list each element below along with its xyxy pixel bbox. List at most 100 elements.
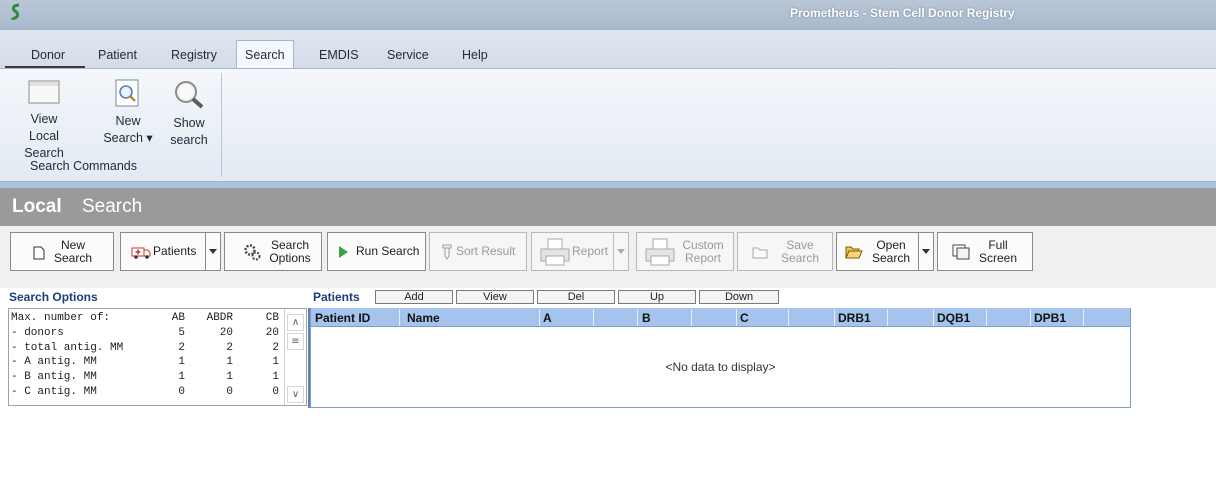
open-folder-icon	[845, 246, 863, 259]
view-patient-button[interactable]: View	[456, 290, 534, 304]
custom-report-button[interactable]: Custom Report	[636, 232, 734, 271]
custom-report-label-2: Report	[684, 251, 722, 265]
tab-donor[interactable]: Donor	[31, 48, 65, 68]
column-separator	[834, 309, 835, 326]
play-icon	[339, 246, 348, 258]
toolbar: New Search Patients Search Options Run S…	[0, 226, 1216, 288]
app-logo-icon	[10, 3, 20, 20]
options-row: - donors 5 20 20	[11, 326, 283, 341]
options-row-ab: 1	[178, 356, 185, 369]
add-patient-button[interactable]: Add	[375, 290, 453, 304]
printer-icon	[645, 238, 675, 266]
options-row-ab: 0	[178, 385, 185, 398]
tab-registry[interactable]: Registry	[171, 48, 217, 68]
new-search-button[interactable]: New Search	[10, 232, 114, 271]
column-a[interactable]: A	[543, 311, 552, 325]
column-separator	[736, 309, 737, 326]
search-options-panel[interactable]: Max. number of: AB ABDR CB - donors 5 20…	[8, 308, 307, 406]
scroll-thumb-icon[interactable]: ≡	[287, 333, 304, 350]
move-up-button[interactable]: Up	[618, 290, 696, 304]
options-row-ab: 5	[178, 326, 185, 339]
column-separator	[788, 309, 789, 326]
column-separator	[933, 309, 934, 326]
new-document-icon	[33, 246, 45, 260]
view-local-label-1: View Local	[29, 112, 59, 143]
sort-result-button[interactable]: Sort Result	[429, 232, 527, 271]
patients-button[interactable]: Patients	[120, 232, 221, 271]
options-row-cb: 1	[272, 356, 279, 369]
options-row-cb: 2	[272, 341, 279, 354]
options-row-label: - A antig. MM	[11, 356, 97, 369]
view-local-label-2: Search	[24, 146, 64, 160]
column-patient-id[interactable]: Patient ID	[315, 311, 370, 325]
column-separator	[637, 309, 638, 326]
column-drb1[interactable]: DRB1	[838, 311, 871, 325]
open-search-dropdown-arrow[interactable]	[918, 233, 933, 270]
scroll-up-icon[interactable]: ∧	[287, 314, 304, 331]
column-dpb1[interactable]: DPB1	[1034, 311, 1066, 325]
title-bar: Prometheus - Stem Cell Donor Registry	[0, 0, 1216, 30]
run-search-label: Run Search	[356, 244, 420, 258]
sort-icon	[442, 244, 452, 260]
options-scrollbar[interactable]: ∧ ≡ ∨	[284, 309, 306, 405]
page-header: Local Search	[0, 188, 1216, 226]
save-search-button[interactable]: Save Search	[737, 232, 833, 271]
report-label: Report	[572, 244, 609, 258]
window-icon	[28, 80, 60, 104]
open-search-button[interactable]: Open Search	[836, 232, 934, 271]
page-title-light: Search	[82, 196, 143, 217]
options-row-abdr: 0	[226, 385, 233, 398]
column-separator	[887, 309, 888, 326]
options-row-abdr: 1	[226, 371, 233, 384]
column-separator	[399, 309, 400, 326]
run-search-button[interactable]: Run Search	[327, 232, 426, 271]
report-button[interactable]: Report	[531, 232, 629, 271]
show-search-button[interactable]: Show search	[165, 79, 213, 149]
options-row: - B antig. MM 1 1 1	[11, 370, 283, 385]
column-name[interactable]: Name	[407, 311, 440, 325]
save-search-label-1: Save	[786, 238, 814, 252]
tab-search[interactable]: Search	[236, 40, 294, 69]
patients-grid[interactable]: Patient ID Name A B C DRB1 DQB1 DPB1 <No…	[310, 308, 1131, 408]
options-row-cb: 20	[265, 326, 279, 339]
options-row-abdr: 2	[226, 341, 233, 354]
view-local-search-button[interactable]: View Local Search	[16, 79, 72, 162]
options-row-ab: 1	[178, 371, 185, 384]
move-down-button[interactable]: Down	[699, 290, 779, 304]
column-dqb1[interactable]: DQB1	[937, 311, 970, 325]
delete-patient-button[interactable]: Del	[537, 290, 615, 304]
patients-dropdown-arrow[interactable]	[205, 233, 220, 270]
column-b[interactable]: B	[642, 311, 651, 325]
patients-label: Patients	[153, 244, 197, 258]
tab-help[interactable]: Help	[462, 48, 488, 68]
options-header-label: Max. number of:	[11, 312, 111, 324]
show-search-label-2: search	[170, 133, 208, 147]
scroll-down-icon[interactable]: ∨	[287, 386, 304, 403]
full-screen-icon	[952, 244, 970, 260]
full-screen-label-1: Full	[988, 238, 1008, 252]
options-row: - A antig. MM 1 1 1	[11, 355, 283, 370]
tab-service[interactable]: Service	[387, 48, 429, 68]
tab-emdis[interactable]: EMDIS	[319, 48, 359, 68]
save-search-label-2: Search	[780, 251, 820, 265]
tab-patient[interactable]: Patient	[98, 48, 137, 68]
empty-grid-message: <No data to display>	[665, 360, 776, 374]
grid-header: Patient ID Name A B C DRB1 DQB1 DPB1	[311, 308, 1130, 327]
column-separator	[1030, 309, 1031, 326]
column-separator	[593, 309, 594, 326]
options-row-label: - total antig. MM	[11, 341, 124, 354]
column-separator	[1083, 309, 1084, 326]
new-search-ribbon-label-2: Search ▾	[103, 131, 153, 145]
report-dropdown-arrow[interactable]	[613, 233, 628, 270]
sort-result-label: Sort Result	[456, 244, 516, 258]
new-search-ribbon-button[interactable]: New Search ▾	[98, 79, 158, 147]
magnifier-icon	[175, 81, 204, 109]
search-options-button[interactable]: Search Options	[224, 232, 322, 271]
options-row-abdr: 20	[219, 326, 233, 339]
full-screen-label-2: Screen	[978, 251, 1018, 265]
show-search-label-1: Show	[173, 116, 205, 130]
full-screen-button[interactable]: Full Screen	[937, 232, 1033, 271]
column-c[interactable]: C	[740, 311, 749, 325]
column-separator	[986, 309, 987, 326]
options-row-label: - B antig. MM	[11, 371, 97, 384]
